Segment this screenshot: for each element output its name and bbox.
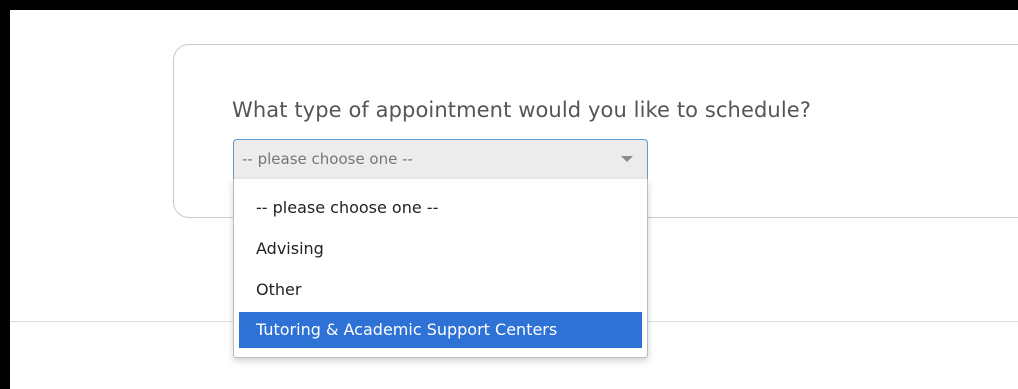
option-advising[interactable]: Advising bbox=[239, 228, 642, 269]
select-current-value: -- please choose one -- bbox=[242, 150, 413, 168]
chevron-down-icon bbox=[621, 156, 633, 162]
page-frame: What type of appointment would you like … bbox=[10, 10, 1018, 389]
appointment-type-select[interactable]: -- please choose one -- bbox=[233, 139, 648, 179]
option-tutoring-academic-support[interactable]: Tutoring & Academic Support Centers bbox=[239, 312, 642, 348]
option-please-choose[interactable]: -- please choose one -- bbox=[239, 187, 642, 228]
appointment-type-question: What type of appointment would you like … bbox=[232, 98, 812, 122]
option-other[interactable]: Other bbox=[239, 269, 642, 310]
appointment-type-dropdown: -- please choose one -- Advising Other T… bbox=[233, 179, 648, 358]
